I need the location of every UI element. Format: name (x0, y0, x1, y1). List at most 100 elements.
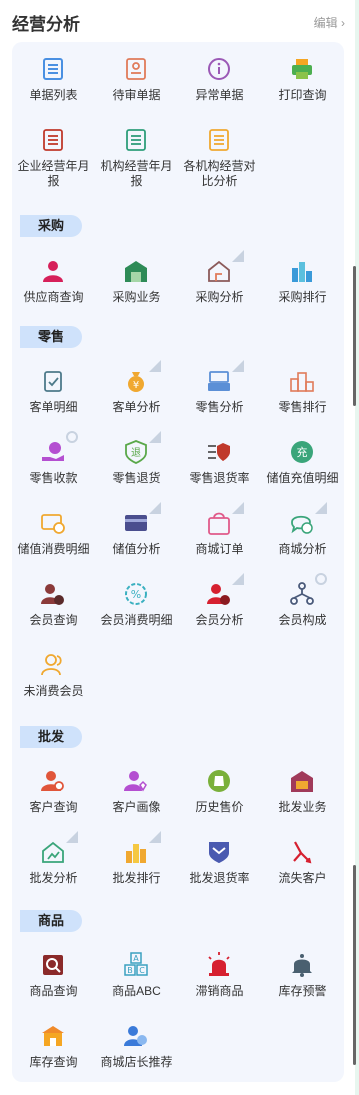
warehouse-icon (125, 261, 147, 282)
podium-icon (290, 372, 314, 392)
truck-icon (291, 771, 313, 792)
svg-text:B: B (127, 966, 133, 975)
percent-gear-icon: % (125, 583, 147, 605)
decor-corner-icon (232, 250, 244, 262)
item-org-report[interactable]: 机构经营年月报 (95, 113, 178, 199)
item-member-query[interactable]: 会员查询 (12, 567, 95, 638)
item-label: 零售退货率 (189, 471, 250, 485)
wholesale-grid: 客户查询 客户画像 历史售价 批发业务 批发分析 批发排行 批发退货率 流失客户 (12, 754, 344, 896)
item-product-query[interactable]: 商品查询 (12, 938, 95, 1009)
item-lost-customer[interactable]: 流失客户 (261, 825, 344, 896)
item-supplier-query[interactable]: 供应商查询 (12, 244, 95, 315)
decor-corner-icon (232, 360, 244, 372)
item-abnormal-doc[interactable]: 异常单据 (178, 42, 261, 113)
item-customer-query[interactable]: 客户查询 (12, 754, 95, 825)
item-org-compare[interactable]: 各机构经营对比分析 (178, 113, 261, 199)
item-purchase-business[interactable]: 采购业务 (95, 244, 178, 315)
section-tag-wholesale: 批发 (20, 726, 82, 748)
item-wholesale-rank[interactable]: 批发排行 (95, 825, 178, 896)
item-label: 零售排行 (278, 400, 327, 414)
item-document-list[interactable]: 单据列表 (12, 42, 95, 113)
item-label: 会员构成 (278, 613, 327, 627)
item-stored-consume[interactable]: 储值消费明细 (12, 496, 95, 567)
supplier-icon (43, 261, 63, 282)
item-label: 商城店长推荐 (100, 1055, 173, 1069)
item-label: 异常单据 (195, 88, 244, 102)
section-tag-product: 商品 (20, 910, 82, 932)
item-stock-warning[interactable]: 库存预警 (261, 938, 344, 1009)
return-shield-icon: 退 (125, 440, 147, 464)
item-label: 商品ABC (112, 984, 161, 998)
decor-corner-icon (149, 431, 161, 443)
item-retail-return-rate[interactable]: 零售退货率 (178, 425, 261, 496)
item-member-structure[interactable]: 会员构成 (261, 567, 344, 638)
svg-text:退: 退 (131, 447, 141, 459)
bell-icon (292, 954, 312, 977)
house-analysis-icon (208, 260, 230, 282)
item-stored-recharge[interactable]: 充 储值充值明细 (261, 425, 344, 496)
list-shield-icon (208, 443, 230, 461)
item-label: 机构经营年月报 (100, 159, 173, 188)
item-print-query[interactable]: 打印查询 (261, 42, 344, 113)
abc-blocks-icon: AB C (124, 952, 148, 976)
item-enterprise-report[interactable]: 企业经营年月报 (12, 113, 95, 199)
printer-icon (292, 59, 312, 79)
item-retail-analysis[interactable]: 零售分析 (178, 354, 261, 425)
hierarchy-icon (290, 582, 314, 605)
item-label: 储值分析 (112, 542, 161, 556)
item-product-abc[interactable]: ABC 商品ABC (95, 938, 178, 1009)
item-member-consume[interactable]: % 会员消费明细 (95, 567, 178, 638)
item-label: 零售退货 (112, 471, 161, 485)
svg-text:%: % (131, 588, 141, 601)
item-label: 滞销商品 (195, 984, 244, 998)
item-retail-return[interactable]: 退 零售退货 (95, 425, 178, 496)
item-label: 客单分析 (112, 400, 161, 414)
bar-ranking-icon (126, 844, 146, 863)
decor-corner-icon (315, 502, 327, 514)
item-label: 采购排行 (278, 290, 327, 304)
item-label: 商城分析 (278, 542, 327, 556)
item-member-analysis[interactable]: 会员分析 (178, 567, 261, 638)
item-manager-recommend[interactable]: 商城店长推荐 (95, 1009, 178, 1080)
item-retail-collect[interactable]: 零售收款 (12, 425, 95, 496)
item-customer-portrait[interactable]: 客户画像 (95, 754, 178, 825)
item-stock-query[interactable]: 库存查询 (12, 1009, 95, 1080)
product-grid: 商品查询 ABC 商品ABC 滞销商品 库存预警 库存查询 商城店长推荐 (12, 938, 344, 1080)
scrollbar-thumb-lower[interactable] (353, 865, 356, 1065)
item-order-analysis[interactable]: ¥ 客单分析 (95, 354, 178, 425)
item-slow-product[interactable]: 滞销商品 (178, 938, 261, 1009)
item-retail-rank[interactable]: 零售排行 (261, 354, 344, 425)
decor-corner-icon (149, 360, 161, 372)
item-purchase-rank[interactable]: 采购排行 (261, 244, 344, 315)
report-icon (43, 129, 63, 151)
item-label: 会员分析 (195, 613, 244, 627)
report-icon (209, 129, 229, 151)
register-icon (208, 371, 230, 391)
item-stored-analysis[interactable]: 储值分析 (95, 496, 178, 567)
alarm-light-icon (208, 952, 230, 976)
decor-corner-icon (149, 831, 161, 843)
hand-coin-icon (42, 442, 64, 461)
item-wholesale-business[interactable]: 批发业务 (261, 754, 344, 825)
card-icon (125, 515, 147, 531)
section-tag-purchase: 采购 (20, 215, 82, 237)
item-mall-analysis[interactable]: 商城分析 (261, 496, 344, 567)
scrollbar-thumb-upper[interactable] (353, 266, 356, 406)
item-label: 库存查询 (29, 1055, 78, 1069)
item-inactive-member[interactable]: 未消费会员 (12, 638, 95, 709)
product-search-icon (43, 955, 63, 975)
item-pending-audit[interactable]: 待审单据 (95, 42, 178, 113)
card-coin-icon (41, 514, 65, 534)
item-purchase-analysis[interactable]: 采购分析 (178, 244, 261, 315)
edit-button[interactable]: 编辑 › (314, 14, 345, 31)
section-tag-retail: 零售 (20, 326, 82, 348)
item-label: 批发业务 (278, 800, 327, 814)
item-wholesale-analysis[interactable]: 批发分析 (12, 825, 95, 896)
item-wholesale-return-rate[interactable]: 批发退货率 (178, 825, 261, 896)
item-mall-order[interactable]: 商城订单 (178, 496, 261, 567)
item-label: 客单明细 (29, 400, 78, 414)
item-label: 流失客户 (278, 871, 327, 885)
item-label: 待审单据 (112, 88, 161, 102)
item-history-price[interactable]: 历史售价 (178, 754, 261, 825)
item-order-detail[interactable]: 客单明细 (12, 354, 95, 425)
